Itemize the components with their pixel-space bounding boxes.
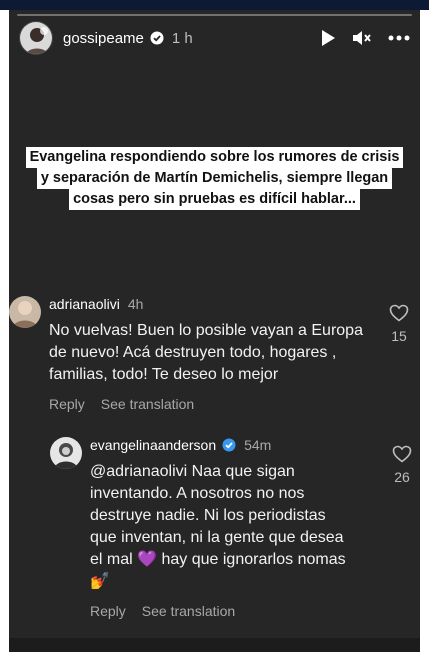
- comment-adrianaolivi: adrianaolivi 4h No vuelvas! Buen lo posi…: [9, 296, 363, 412]
- comment-text: No vuelvas! Buen lo posible vayan a Euro…: [49, 320, 363, 386]
- comment-text-line: 💅: [90, 573, 110, 590]
- story-timestamp: 1 h: [171, 29, 193, 47]
- profile-photo-icon: [9, 296, 41, 328]
- comment-text: @adrianaolivi Naa que sigan inventando. …: [90, 461, 346, 593]
- avatar[interactable]: [19, 21, 53, 55]
- comment-evangelinaanderson: evangelinaanderson 54m @adrianaolivi Naa…: [50, 437, 346, 619]
- avatar[interactable]: [9, 296, 41, 328]
- heart-outline-icon[interactable]: [392, 445, 412, 463]
- story-username[interactable]: gossipeame: [63, 30, 144, 47]
- comment-text-line: inventando. A nosotros no nos: [90, 485, 305, 502]
- reply-button[interactable]: Reply: [49, 396, 85, 412]
- comment-text-line: No vuelvas! Buen lo posible vayan a Euro…: [49, 322, 363, 339]
- comment-text-line: que inventan, ni la gente que desea: [90, 529, 344, 546]
- comment-header: evangelinaanderson 54m: [90, 437, 346, 453]
- story-caption: Evangelina respondiendo sobre los rumore…: [9, 147, 420, 210]
- caption-line: Evangelina respondiendo sobre los rumore…: [25, 147, 404, 168]
- profile-photo-icon: [20, 22, 52, 54]
- story-controls: [320, 29, 410, 47]
- caption-line: cosas pero sin pruebas es difícil hablar…: [69, 189, 360, 210]
- comment-username[interactable]: adrianaolivi: [49, 296, 120, 312]
- profile-photo-icon: [50, 437, 82, 469]
- see-translation-button[interactable]: See translation: [142, 603, 235, 619]
- like-control: 15: [389, 304, 409, 344]
- comment-text-line: familias, todo! Te deseo lo mejor: [49, 366, 279, 383]
- comment-text-line: @adrianaolivi Naa que sigan: [90, 463, 295, 480]
- see-translation-button[interactable]: See translation: [101, 396, 194, 412]
- comment-header: adrianaolivi 4h: [49, 296, 363, 312]
- story-progress-bar: [17, 14, 412, 16]
- comment-text-line: el mal 💜 hay que ignorarlos nomas: [90, 551, 346, 568]
- more-options-icon[interactable]: [388, 35, 410, 41]
- comment-text-line: de nuevo! Acá destruyen todo, hogares ,: [49, 344, 337, 361]
- like-control: 26: [392, 445, 412, 485]
- verified-badge-icon: [150, 31, 164, 45]
- comment-body: evangelinaanderson 54m @adrianaolivi Naa…: [90, 437, 346, 619]
- verified-badge-icon: [222, 438, 236, 452]
- comment-actions: Reply See translation: [49, 396, 363, 412]
- reply-button[interactable]: Reply: [90, 603, 126, 619]
- comment-actions: Reply See translation: [90, 603, 346, 619]
- bottom-strip: [9, 638, 420, 652]
- top-strip: [0, 0, 429, 10]
- like-count: 26: [394, 469, 410, 485]
- play-icon[interactable]: [320, 29, 336, 47]
- heart-outline-icon[interactable]: [389, 304, 409, 322]
- comment-text-line: destruye nadie. Ni los periodistas: [90, 507, 326, 524]
- caption-line: y separación de Martín Demichelis, siemp…: [36, 168, 393, 189]
- comment-timestamp: 4h: [127, 296, 144, 312]
- comment-timestamp: 54m: [244, 437, 272, 453]
- muted-speaker-icon[interactable]: [352, 29, 372, 47]
- story-header: gossipeame 1 h: [19, 18, 410, 58]
- comment-body: adrianaolivi 4h No vuelvas! Buen lo posi…: [49, 296, 363, 412]
- comment-username[interactable]: evangelinaanderson: [90, 437, 216, 453]
- story-viewer[interactable]: gossipeame 1 h Evangelina respondiendo s…: [9, 10, 420, 652]
- like-count: 15: [391, 328, 407, 344]
- avatar[interactable]: [50, 437, 82, 469]
